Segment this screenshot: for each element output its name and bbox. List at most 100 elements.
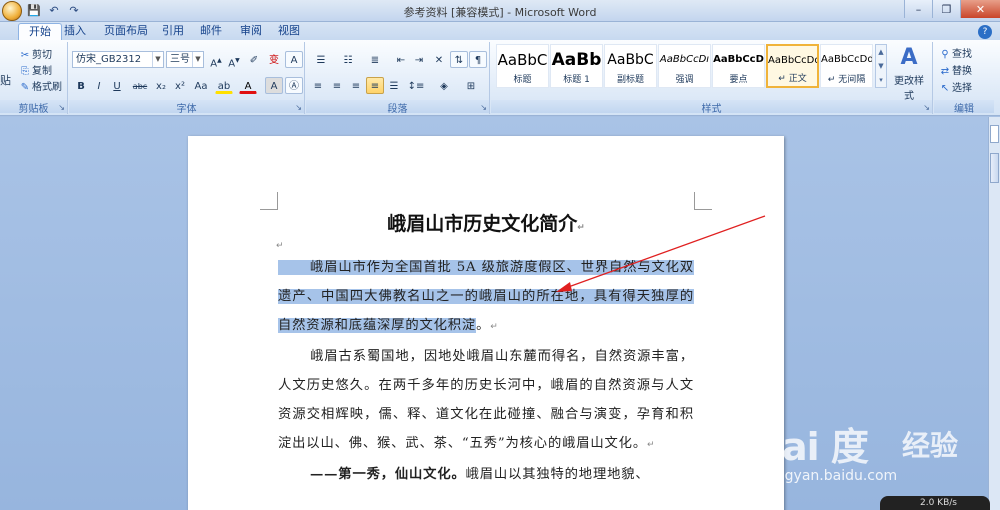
- launcher-icon[interactable]: ↘: [58, 103, 65, 112]
- minimize-icon[interactable]: –: [904, 0, 932, 18]
- ribbon: 贴 ✂ 剪切 ⎘ 复制 ✎ 格式刷 剪贴板 ↘ 仿宋_GB2312 ▼ 三号 ▼ A▲ A…: [0, 40, 1000, 116]
- align-right-icon[interactable]: ≡: [347, 77, 365, 94]
- launcher-icon[interactable]: ↘: [480, 103, 487, 112]
- copy-button[interactable]: ⎘ 复制: [18, 62, 52, 77]
- show-marks-icon[interactable]: ¶: [469, 51, 487, 68]
- style-subtitle[interactable]: AaBbC 副标题: [604, 44, 657, 88]
- copy-icon: ⎘: [21, 66, 29, 77]
- font-group: 仿宋_GB2312 ▼ 三号 ▼ A▲ A▼ ✐ 变 A B I U abc x₂ …: [69, 42, 305, 115]
- paragraph-2[interactable]: 峨眉古系蜀国地，因地处峨眉山东麓而得名，自然资源丰富，人文历史悠久。在两千多年的…: [278, 342, 694, 460]
- tab-insert[interactable]: 插入: [54, 23, 96, 40]
- editing-group: ⚲ 查找 ⇄ 替换 ↖ 选择 编辑: [934, 42, 994, 115]
- select-button[interactable]: ↖ 选择: [938, 79, 972, 94]
- cursor-icon: ↖: [940, 83, 950, 94]
- bullets-icon[interactable]: ☰: [309, 51, 333, 68]
- font-label: 字体: [69, 100, 304, 115]
- brush-icon: ✎: [20, 82, 30, 93]
- paragraph-1[interactable]: 峨眉山市作为全国首批 5A 级旅游度假区、世界自然与文化双遗产、中国四大佛教名山…: [278, 253, 694, 342]
- italic-icon[interactable]: I: [90, 77, 108, 94]
- phonetic-guide-icon[interactable]: 变: [265, 51, 283, 68]
- close-icon[interactable]: ✕: [960, 0, 1000, 18]
- style-gallery: AaBbC 标题 AaBb 标题 1 AaBbC 副标题 AaBbCcDı 强调 AaB…: [496, 44, 874, 88]
- document-page[interactable]: 峨眉山市历史文化简介↵ ↵ 峨眉山市作为全国首批 5A 级旅游度假区、世界自然与…: [188, 136, 784, 510]
- align-center-icon[interactable]: ≡: [328, 77, 346, 94]
- document-body[interactable]: 峨眉山市历史文化简介↵ ↵ 峨眉山市作为全国首批 5A 级旅游度假区、世界自然与…: [276, 209, 694, 489]
- style-no-spacing[interactable]: AaBbCcDd ↵ 无间隔: [820, 44, 873, 88]
- change-styles-icon: A: [900, 45, 918, 70]
- doc-title: 峨眉山市历史文化简介↵: [387, 213, 585, 235]
- scrollbar-thumb[interactable]: [990, 153, 999, 183]
- launcher-icon[interactable]: ↘: [295, 103, 302, 112]
- launcher-icon[interactable]: ↘: [923, 103, 930, 112]
- tab-mailings[interactable]: 邮件: [190, 23, 232, 40]
- paragraph-3[interactable]: ——第一秀，仙山文化。峨眉山以其独特的地理地貌、: [278, 460, 694, 489]
- change-styles-button[interactable]: A 更改样式: [891, 44, 927, 102]
- maximize-icon[interactable]: ❐: [932, 0, 960, 18]
- window-title: 参考资料 [兼容模式] - Microsoft Word: [403, 6, 597, 19]
- clipboard-group: 贴 ✂ 剪切 ⎘ 复制 ✎ 格式刷 剪贴板 ↘: [0, 42, 68, 115]
- chevron-down-icon: ▼: [152, 52, 163, 67]
- network-speed: 2.0 KB/s: [880, 496, 990, 510]
- font-color-icon[interactable]: A: [239, 77, 257, 94]
- style-normal[interactable]: AaBbCcDd ↵ 正文: [766, 44, 819, 88]
- format-painter-button[interactable]: ✎ 格式刷: [18, 78, 62, 93]
- binoculars-icon: ⚲: [941, 49, 949, 60]
- font-size-select[interactable]: 三号 ▼: [166, 51, 204, 68]
- increase-indent-icon[interactable]: ⇥: [410, 51, 428, 68]
- replace-icon: ⇄: [940, 66, 950, 77]
- style-emphasis[interactable]: AaBbCcDı 强调: [658, 44, 711, 88]
- tab-page-layout[interactable]: 页面布局: [94, 23, 158, 40]
- clipboard-label: 剪贴板: [0, 100, 67, 115]
- replace-button[interactable]: ⇄ 替换: [938, 62, 972, 77]
- tab-view[interactable]: 视图: [268, 23, 310, 40]
- style-heading-1[interactable]: AaBb 标题 1: [550, 44, 603, 88]
- scissors-icon: ✂: [20, 50, 30, 61]
- highlight-icon[interactable]: ab: [215, 77, 233, 94]
- help-icon[interactable]: ?: [978, 25, 992, 39]
- char-shading-icon[interactable]: A: [265, 77, 283, 94]
- chevron-down-icon: ▼: [192, 52, 203, 67]
- find-button[interactable]: ⚲ 查找: [938, 45, 972, 60]
- style-gallery-scroll[interactable]: ▲ ▼ ▾: [875, 44, 887, 88]
- chinese-layout-icon[interactable]: ✕: [430, 51, 448, 68]
- decrease-indent-icon[interactable]: ⇤: [392, 51, 410, 68]
- strikethrough-icon[interactable]: abc: [131, 77, 149, 94]
- multilevel-list-icon[interactable]: ≣: [363, 51, 387, 68]
- justify-icon[interactable]: ≡: [366, 77, 384, 94]
- shading-icon[interactable]: ◈: [432, 77, 456, 94]
- underline-icon[interactable]: U: [108, 77, 126, 94]
- window-controls: – ❐ ✕: [904, 0, 1000, 18]
- subscript-icon[interactable]: x₂: [152, 77, 170, 94]
- editing-label: 编辑: [934, 100, 994, 115]
- borders-icon[interactable]: ⊞: [459, 77, 483, 94]
- font-name-select[interactable]: 仿宋_GB2312 ▼: [72, 51, 164, 68]
- paragraph-label: 段落: [306, 100, 489, 115]
- vertical-scrollbar[interactable]: [988, 117, 1000, 510]
- style-title[interactable]: AaBbC 标题: [496, 44, 549, 88]
- line-spacing-icon[interactable]: ↕≡: [404, 77, 428, 94]
- empty-paragraph-mark: ↵: [276, 241, 284, 251]
- distributed-icon[interactable]: ☰: [385, 77, 403, 94]
- bold-icon[interactable]: B: [72, 77, 90, 94]
- char-border-icon[interactable]: A: [285, 51, 303, 68]
- sort-icon[interactable]: ⇅: [450, 51, 468, 68]
- superscript-icon[interactable]: x²: [171, 77, 189, 94]
- clear-format-icon[interactable]: ✐: [245, 51, 263, 68]
- margin-corner: [694, 192, 712, 210]
- enclose-char-icon[interactable]: Ⓐ: [285, 77, 303, 94]
- margin-corner: [260, 192, 278, 210]
- align-left-icon[interactable]: ≡: [309, 77, 327, 94]
- cut-button[interactable]: ✂ 剪切: [18, 46, 52, 61]
- change-case-icon[interactable]: Aa: [190, 77, 212, 94]
- styles-label: 样式: [491, 100, 932, 115]
- style-strong[interactable]: AaBbCcD 要点: [712, 44, 765, 88]
- shrink-font-icon[interactable]: A▼: [225, 51, 243, 69]
- grow-font-icon[interactable]: A▲: [207, 51, 225, 69]
- tab-review[interactable]: 审阅: [230, 23, 272, 40]
- title-bar: 💾 ↶ ↷ 参考资料 [兼容模式] - Microsoft Word – ❐ ✕: [0, 0, 1000, 22]
- paragraph-group: ☰ ☷ ≣ ⇤ ⇥ ✕ ⇅ ¶ ≡ ≡ ≡ ≡ ☰ ↕≡ ◈ ⊞ 段落 ↘: [306, 42, 490, 115]
- paste-button[interactable]: 贴: [0, 72, 11, 88]
- numbering-icon[interactable]: ☷: [336, 51, 360, 68]
- ruler-toggle-icon[interactable]: [990, 125, 999, 143]
- tab-references[interactable]: 引用: [152, 23, 194, 40]
